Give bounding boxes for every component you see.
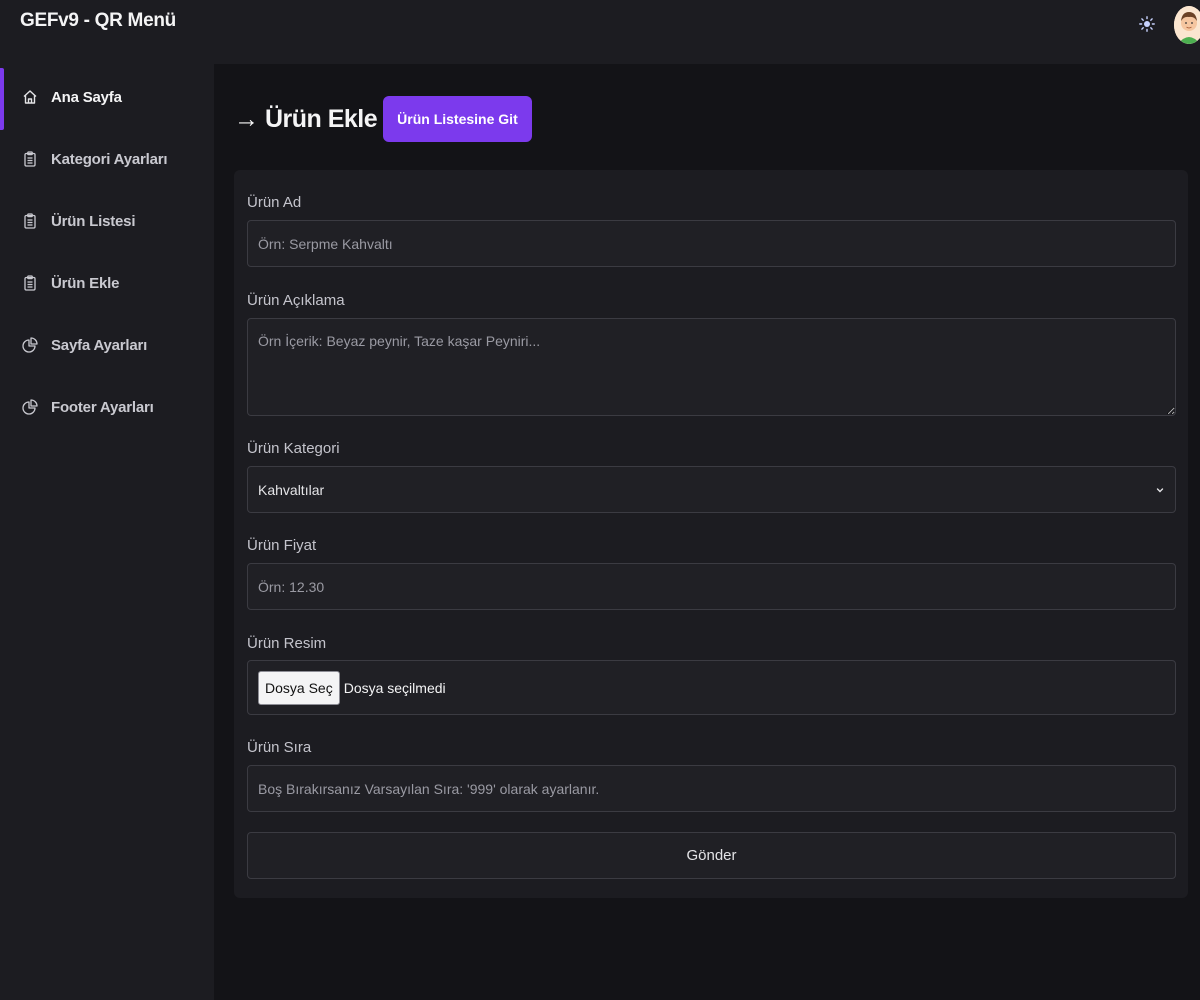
product-form: Ürün Ad Ürün Açıklama Ürün Kategori Kahv… <box>234 170 1188 898</box>
chevron-down-icon <box>1155 482 1165 498</box>
app-title: GEFv9 - QR Menü <box>20 10 176 31</box>
sidebar-item-urun-listesi[interactable]: Ürün Listesi <box>0 190 214 252</box>
product-price-label: Ürün Fiyat <box>247 537 317 554</box>
sidebar-item-kategori-ayarlari[interactable]: Kategori Ayarları <box>0 128 214 190</box>
page-header: → Ürün Ekle Ürün Listesine Git <box>234 96 532 142</box>
product-order-input[interactable] <box>247 765 1176 812</box>
product-category-select[interactable]: Kahvaltılar <box>247 466 1176 513</box>
sidebar-item-label: Sayfa Ayarları <box>51 336 148 354</box>
product-name-input[interactable] <box>247 220 1176 267</box>
clipboard-icon <box>22 213 38 229</box>
clipboard-icon <box>22 151 38 167</box>
sidebar-item-label: Footer Ayarları <box>51 398 154 416</box>
product-description-textarea[interactable] <box>247 318 1176 416</box>
sidebar-item-label: Kategori Ayarları <box>51 150 168 168</box>
sidebar-item-footer-ayarlari[interactable]: Footer Ayarları <box>0 376 214 438</box>
choose-file-button[interactable]: Dosya Seç <box>258 670 340 705</box>
sidebar-item-urun-ekle[interactable]: Ürün Ekle <box>0 252 214 314</box>
sidebar: Ana Sayfa Kategori Ayarları Ürün Listesi… <box>0 64 214 1000</box>
file-status-text: Dosya seçilmedi <box>343 679 446 696</box>
product-image-label: Ürün Resim <box>247 635 327 652</box>
sidebar-item-label: Ürün Listesi <box>51 212 136 230</box>
sidebar-item-ana-sayfa[interactable]: Ana Sayfa <box>0 66 214 130</box>
pie-chart-icon <box>22 399 38 415</box>
user-avatar[interactable] <box>1174 6 1200 44</box>
page-title: → Ürün Ekle <box>234 104 378 133</box>
main-content: → Ürün Ekle Ürün Listesine Git Ürün Ad Ü… <box>214 64 1200 1000</box>
sidebar-item-label: Ürün Ekle <box>51 274 120 292</box>
product-order-label: Ürün Sıra <box>247 739 312 756</box>
sidebar-item-sayfa-ayarlari[interactable]: Sayfa Ayarları <box>0 314 214 376</box>
home-icon <box>22 89 38 105</box>
product-description-label: Ürün Açıklama <box>247 292 345 309</box>
product-category-value: Kahvaltılar <box>258 481 325 498</box>
clipboard-icon <box>22 275 38 291</box>
product-category-label: Ürün Kategori <box>247 440 340 457</box>
product-image-file-input: Dosya Seç Dosya seçilmedi <box>247 660 1176 715</box>
submit-button[interactable]: Gönder <box>247 832 1176 879</box>
pie-chart-icon <box>22 337 38 353</box>
sidebar-item-label: Ana Sayfa <box>51 88 122 106</box>
top-bar: GEFv9 - QR Menü <box>0 0 1200 64</box>
sun-icon[interactable] <box>1137 14 1157 34</box>
product-price-input[interactable] <box>247 563 1176 610</box>
product-name-label: Ürün Ad <box>247 194 302 211</box>
go-to-product-list-button[interactable]: Ürün Listesine Git <box>383 96 532 142</box>
